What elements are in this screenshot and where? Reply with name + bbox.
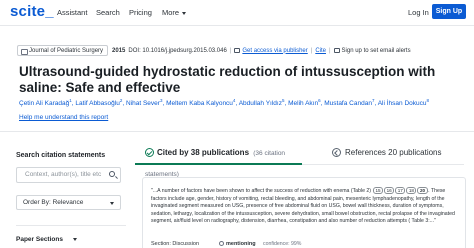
- chevron-down-icon: [73, 238, 77, 241]
- publication-meta-bar: Journal of Pediatric Surgery 2015 DOI: 1…: [17, 45, 411, 56]
- reference-badge[interactable]: 17: [395, 187, 406, 195]
- citation-section: Section: Discussion: [151, 241, 199, 247]
- confidence-value: confidence: 99%: [263, 241, 302, 247]
- search-placeholder: Context, author(s), title etc: [25, 171, 102, 178]
- reference-badge[interactable]: 16: [384, 187, 395, 195]
- separator: |: [310, 47, 313, 54]
- author-name[interactable]: Nihat Sever: [126, 100, 160, 107]
- email-alerts-link[interactable]: Sign up to set email alerts: [342, 48, 411, 54]
- author-affiliation-number: 7: [371, 98, 375, 103]
- author-affiliation-number: 5: [281, 98, 285, 103]
- author-list[interactable]: Çetin Ali Karadağ1, Latif Abbasoğlu2, Ni…: [19, 98, 459, 107]
- paper-sections-label: Paper Sections: [16, 236, 63, 243]
- section-label: Section:: [151, 241, 171, 247]
- separator: |: [328, 47, 331, 54]
- paper-sections-toggle[interactable]: Paper Sections: [16, 236, 77, 243]
- tab-references[interactable]: References 20 publications: [332, 143, 464, 165]
- references-label: References 20 publications: [345, 148, 442, 157]
- cited-by-label: Cited by 38 publications: [157, 148, 250, 157]
- citation-quote: "...A number of factors have been shown …: [151, 187, 461, 226]
- order-by-select[interactable]: Order By: Relevance: [16, 195, 121, 210]
- access-publisher-link[interactable]: Get access via publisher: [242, 48, 307, 54]
- nav-more[interactable]: More: [162, 8, 187, 17]
- arrow-up-circle-icon: [332, 148, 341, 158]
- nav-more-label: More: [162, 8, 180, 17]
- reference-badge[interactable]: 18: [406, 187, 417, 195]
- order-by-value: Order By: Relevance: [23, 199, 84, 206]
- bell-icon: [333, 48, 340, 53]
- search-icon[interactable]: [109, 171, 115, 177]
- signup-button[interactable]: Sign Up: [432, 4, 466, 19]
- author-name[interactable]: Abdullah Yıldız: [239, 100, 282, 107]
- scite-logo[interactable]: scite_: [10, 3, 54, 20]
- login-link[interactable]: Log In: [408, 8, 429, 17]
- author-affiliation-number: 3: [159, 98, 163, 103]
- reference-badge[interactable]: 15: [372, 187, 384, 195]
- journal-badge[interactable]: Journal of Pediatric Surgery: [17, 45, 109, 56]
- external-link-icon: [234, 48, 241, 53]
- author-name[interactable]: Melih Akın: [288, 100, 318, 107]
- mentioning-icon: [219, 241, 224, 247]
- author-affiliation-number: 1: [69, 98, 72, 103]
- paper-title: Ultrasound-guided hydrostatic reduction …: [19, 64, 436, 95]
- nav-assistant[interactable]: Assistant: [57, 8, 87, 17]
- author-affiliation-number: 4: [232, 98, 236, 103]
- author-name[interactable]: Latif Abbasoğlu: [75, 100, 119, 107]
- citation-tabs: Cited by 38 publications (36 citation st…: [135, 143, 464, 178]
- citation-search-input[interactable]: Context, author(s), title etc: [16, 167, 121, 183]
- author-name[interactable]: Mustafa Candan: [324, 100, 372, 107]
- publication-year: 2015: [112, 47, 126, 54]
- check-circle-icon: [145, 148, 154, 158]
- search-citations-title: Search citation statements: [16, 152, 106, 159]
- sidebar-divider: [16, 225, 126, 226]
- author-affiliation-number: 8: [426, 98, 430, 103]
- author-affiliation-number: 2: [119, 98, 123, 103]
- author-name[interactable]: Meltem Kaba Kalyoncu: [166, 100, 233, 107]
- top-navigation-bar: scite_ Assistant Search Pricing More Log…: [0, 0, 474, 26]
- author-name[interactable]: Ali İhsan Dokucu: [378, 100, 427, 107]
- citation-type: mentioning: [219, 241, 256, 247]
- citation-type-label: mentioning: [226, 241, 256, 247]
- highlighted-reference-badge[interactable]: 20: [417, 187, 428, 195]
- citation-statement-card[interactable]: "...A number of factors have been shown …: [142, 177, 466, 248]
- cite-link[interactable]: Cite: [315, 48, 326, 54]
- section-divider: [0, 131, 474, 132]
- section-value: Discussion: [172, 241, 199, 247]
- nav-search[interactable]: Search: [96, 8, 120, 17]
- tab-cited-by[interactable]: Cited by 38 publications (36 citation st…: [135, 143, 302, 178]
- chevron-down-icon: [182, 11, 187, 15]
- help-understand-link[interactable]: Help me understand this report: [19, 114, 108, 121]
- author-affiliation-number: 6: [318, 98, 321, 103]
- nav-pricing[interactable]: Pricing: [129, 8, 152, 17]
- doi-text: DOI: 10.1016/j.jpedsurg.2015.03.046: [128, 47, 227, 54]
- chevron-down-icon: [110, 202, 114, 205]
- quote-text-start: "...A number of factors have been shown …: [151, 188, 372, 194]
- author-name[interactable]: Çetin Ali Karadağ: [19, 100, 69, 107]
- separator: |: [229, 47, 232, 54]
